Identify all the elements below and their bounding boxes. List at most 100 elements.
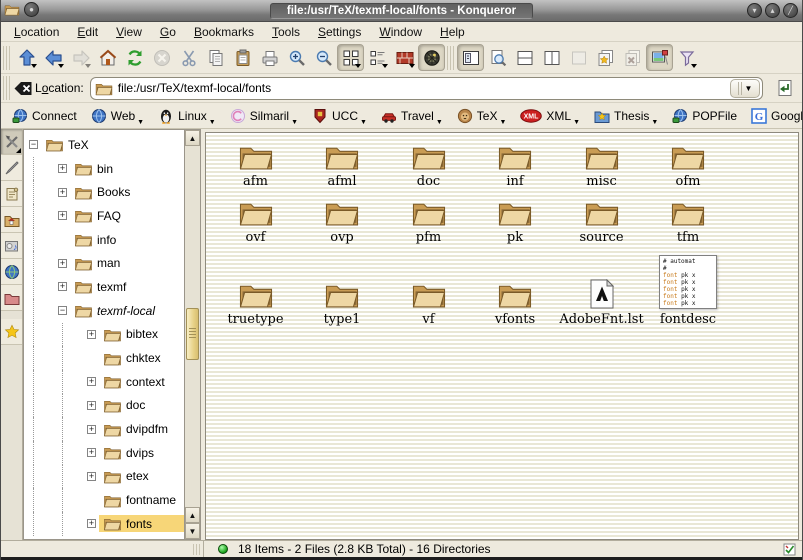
file-afml[interactable]: afml	[299, 137, 386, 189]
tree-node[interactable]: chktex	[99, 350, 184, 367]
file-truetype[interactable]: truetype	[212, 241, 299, 327]
bookmark-linux[interactable]: Linux▼	[151, 105, 223, 127]
sidebar-tab-pen[interactable]	[1, 155, 22, 181]
clear-location-icon[interactable]	[13, 80, 33, 97]
tree-expander-plus[interactable]: +	[87, 519, 96, 528]
menu-go[interactable]: Go	[151, 23, 185, 41]
file-tfm[interactable]: tfm	[645, 193, 732, 245]
sidebar-tab-root-directory[interactable]	[1, 285, 22, 311]
sidebar-tab-bookmarks[interactable]	[1, 319, 22, 345]
bookmark-web[interactable]: Web▼	[84, 105, 151, 127]
paste-button[interactable]	[229, 44, 256, 71]
split-view-left-right-button[interactable]	[538, 44, 565, 71]
tree-item-context[interactable]: +context	[24, 370, 184, 394]
file-fontdesc[interactable]: # automat#font pk xfont pk xfont pk xfon…	[645, 241, 732, 327]
show-sidebar-button[interactable]	[457, 44, 484, 71]
tree-item-texmf[interactable]: +texmf	[24, 275, 184, 299]
bricks-view-button[interactable]	[391, 44, 418, 71]
tree-item-fonts[interactable]: +fonts	[24, 512, 184, 536]
menu-view[interactable]: View	[107, 23, 151, 41]
tree-node[interactable]: man	[70, 255, 184, 272]
minimize-button[interactable]: ▾	[747, 3, 762, 18]
tree-node[interactable]: Books	[70, 184, 184, 201]
location-input[interactable]: file:/usr/TeX/texmf-local/fonts	[113, 81, 730, 95]
menu-settings[interactable]: Settings	[309, 23, 370, 41]
scroll-down-button[interactable]: ▼	[185, 523, 200, 539]
filter-button[interactable]	[673, 44, 700, 71]
go-button[interactable]	[771, 75, 798, 102]
tree-expander-plus[interactable]: +	[58, 164, 67, 173]
tree-node[interactable]: bibtex	[99, 326, 184, 343]
toolbar-grip[interactable]	[3, 46, 11, 70]
file-doc[interactable]: doc	[385, 137, 472, 189]
tree-item-etex[interactable]: +etex	[24, 465, 184, 489]
maximize-button[interactable]: ▴	[765, 3, 780, 18]
find-file-button[interactable]	[484, 44, 511, 71]
print-button[interactable]	[256, 44, 283, 71]
tree-node[interactable]: dvipdfm	[99, 421, 184, 438]
back-button[interactable]	[40, 44, 67, 71]
bookmark-tex[interactable]: TeX▼	[450, 105, 514, 127]
tree-expander-plus[interactable]: +	[87, 330, 96, 339]
tree-item-doc[interactable]: +doc	[24, 394, 184, 418]
scroll-up-button-bottom[interactable]: ▲	[185, 507, 200, 523]
titlebar[interactable]: ● file:/usr/TeX/texmf-local/fonts - Konq…	[1, 0, 802, 22]
cut-button[interactable]	[175, 44, 202, 71]
tree-item-dvips[interactable]: +dvips	[24, 441, 184, 465]
icon-view-button[interactable]	[337, 44, 364, 71]
file-adobefnt.lst[interactable]: AdobeFnt.lst	[558, 241, 645, 327]
tree-expander-plus[interactable]: +	[58, 188, 67, 197]
tree-item-chktex[interactable]: chktex	[24, 346, 184, 370]
tree-node[interactable]: info	[70, 231, 184, 248]
location-combo[interactable]: file:/usr/TeX/texmf-local/fonts ▼	[90, 77, 763, 100]
sidebar-tab-configure[interactable]	[1, 129, 22, 155]
tree-expander-minus[interactable]: −	[29, 140, 38, 149]
file-icon-view[interactable]: afmafmldocinfmiscofmovfovppfmpksourcetfm…	[205, 132, 799, 540]
statusbar-grip[interactable]	[193, 544, 201, 555]
tree-scrollbar[interactable]: ▲ ▲ ▼	[184, 129, 201, 540]
bookmark-ucc[interactable]: UCC▼	[305, 105, 374, 127]
tree-node[interactable]: etex	[99, 468, 184, 485]
tree-expander-plus[interactable]: +	[87, 401, 96, 410]
tree-item-dvipdfm[interactable]: +dvipdfm	[24, 417, 184, 441]
home-button[interactable]	[94, 44, 121, 71]
menu-tools[interactable]: Tools	[263, 23, 309, 41]
tree-node[interactable]: TeX	[41, 136, 184, 153]
tree-item-faq[interactable]: +FAQ	[24, 204, 184, 228]
file-misc[interactable]: misc	[558, 137, 645, 189]
toolbar-grip[interactable]	[447, 46, 455, 70]
tree-node[interactable]: bin	[70, 160, 184, 177]
tree-item-tex[interactable]: −TeX	[24, 133, 184, 157]
tree-node[interactable]: context	[99, 373, 184, 390]
close-button[interactable]: ╱	[783, 3, 798, 18]
file-afm[interactable]: afm	[212, 137, 299, 189]
up-button[interactable]	[13, 44, 40, 71]
file-type1[interactable]: type1	[299, 241, 386, 327]
file-vfonts[interactable]: vfonts	[472, 241, 559, 327]
menu-edit[interactable]: Edit	[68, 23, 107, 41]
zoom-out-button[interactable]	[310, 44, 337, 71]
active-view-marker-icon[interactable]	[783, 543, 796, 556]
sticky-button[interactable]: ●	[24, 2, 39, 17]
tree-node[interactable]: fontname	[99, 492, 184, 509]
gear-globe-button[interactable]	[418, 44, 445, 71]
tree-expander-plus[interactable]: +	[58, 282, 67, 291]
new-tab-button[interactable]	[592, 44, 619, 71]
tree-expander-plus[interactable]: +	[58, 211, 67, 220]
tree-item-texmf-local[interactable]: −texmf-local	[24, 299, 184, 323]
file-pk[interactable]: pk	[472, 193, 559, 245]
tree-expander-plus[interactable]: +	[87, 448, 96, 457]
tree-item-books[interactable]: +Books	[24, 180, 184, 204]
copy-button[interactable]	[202, 44, 229, 71]
tree-node[interactable]: texmf	[70, 278, 184, 295]
tree-expander-plus[interactable]: +	[87, 377, 96, 386]
scrollbar-thumb[interactable]	[186, 308, 199, 360]
bookmark-travel[interactable]: Travel▼	[374, 105, 450, 127]
tree-expander-plus[interactable]: +	[87, 472, 96, 481]
sidebar-tab-home-directory[interactable]	[1, 207, 22, 233]
file-vf[interactable]: vf	[385, 241, 472, 327]
bookmark-xml[interactable]: XMLXML▼	[513, 105, 587, 127]
bookmark-connect[interactable]: Connect	[5, 105, 84, 127]
sidebar-tab-history[interactable]	[1, 181, 22, 207]
toolbar-grip[interactable]	[3, 76, 11, 100]
